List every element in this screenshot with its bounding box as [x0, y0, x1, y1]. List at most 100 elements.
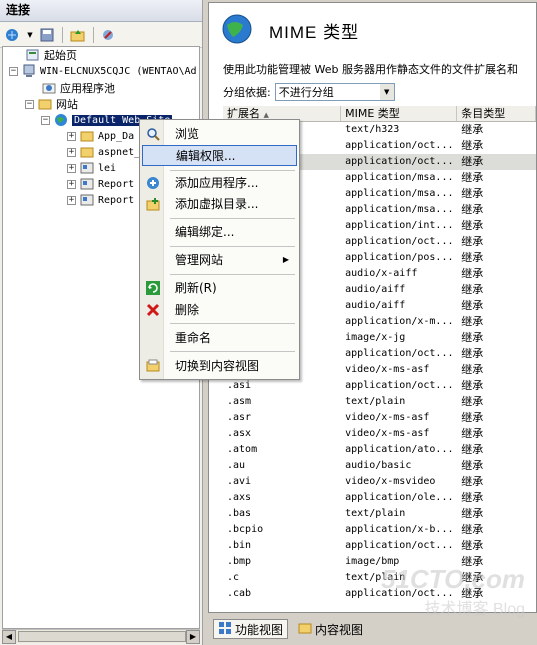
expand-icon[interactable]: +: [67, 179, 76, 189]
cell-extension: .asx: [227, 428, 252, 439]
cell-mime-type: image/x-jg: [345, 332, 406, 343]
globe-icon: [53, 113, 69, 127]
connect-icon[interactable]: [4, 26, 22, 44]
expand-icon[interactable]: +: [67, 147, 76, 157]
table-row[interactable]: .au audio/basic 继承: [223, 458, 536, 474]
cell-mime-type: application/pos...: [345, 252, 454, 263]
collapse-icon[interactable]: −: [9, 66, 18, 76]
column-header-mime-type[interactable]: MIME 类型: [341, 106, 458, 121]
tree-node-label: aspnet_: [98, 146, 141, 158]
tree-node-report-1[interactable]: + Report: [67, 176, 134, 192]
menu-item-switch-to-content-view[interactable]: 切换到内容视图: [142, 355, 297, 376]
tree-node-server[interactable]: − WIN-ELCNUX5CQJC (WENTAO\Ad: [9, 63, 197, 79]
tree-node-lei[interactable]: + lei: [67, 160, 116, 176]
up-folder-icon[interactable]: [69, 26, 87, 44]
tree-node-label: 应用程序池: [60, 82, 115, 95]
menu-item-add-application[interactable]: 添加应用程序...: [142, 172, 297, 193]
content-view-icon: [298, 621, 312, 638]
cell-extension: .bmp: [227, 556, 252, 567]
tree-horizontal-scrollbar[interactable]: ◀ ▶: [2, 629, 200, 644]
cell-entry-type: 继承: [461, 459, 484, 472]
cell-mime-type: application/msa...: [345, 172, 454, 183]
app-icon: [79, 193, 95, 207]
expand-icon[interactable]: +: [67, 131, 76, 141]
delete-icon: [142, 303, 164, 317]
globe-icon: [221, 13, 253, 48]
cell-extension: .asi: [227, 380, 252, 391]
table-row[interactable]: .asx video/x-ms-asf 继承: [223, 426, 536, 442]
menu-separator: [170, 170, 295, 171]
scroll-right-icon[interactable]: ▶: [186, 630, 200, 644]
cell-entry-type: 继承: [461, 315, 484, 328]
table-row[interactable]: .avi video/x-msvideo 继承: [223, 474, 536, 490]
cell-entry-type: 继承: [461, 235, 484, 248]
cell-mime-type: video/x-ms-asf: [345, 428, 430, 439]
menu-item-refresh[interactable]: 刷新(R): [142, 277, 297, 298]
tree-node-sites[interactable]: − 网站: [25, 96, 78, 112]
cell-entry-type: 继承: [461, 539, 484, 552]
folder-icon: [79, 145, 95, 159]
cell-extension: .asr: [227, 412, 252, 423]
connections-title: 连接: [0, 0, 202, 22]
scroll-thumb[interactable]: [18, 631, 186, 642]
save-icon[interactable]: [38, 26, 56, 44]
menu-item-edit-permissions[interactable]: 编辑权限...: [142, 145, 297, 166]
scroll-left-icon[interactable]: ◀: [2, 630, 16, 644]
connections-toolbar: ▼: [0, 22, 202, 48]
table-row[interactable]: .bin application/oct... 继承: [223, 538, 536, 554]
column-header-entry-type[interactable]: 条目类型: [457, 106, 536, 121]
cell-extension: .au: [227, 460, 246, 471]
cell-mime-type: application/ato...: [345, 444, 454, 455]
page-description: 使用此功能管理被 Web 服务器用作静态文件的文件扩展名和: [223, 63, 518, 76]
cell-entry-type: 继承: [461, 267, 484, 280]
chevron-down-icon[interactable]: ▼: [379, 84, 394, 100]
tab-features-view[interactable]: 功能视图: [213, 619, 289, 639]
cell-mime-type: video/x-ms-asf: [345, 364, 430, 375]
refresh-icon: [142, 280, 164, 295]
cell-entry-type: 继承: [461, 507, 484, 520]
tree-node-report-2[interactable]: + Report: [67, 192, 134, 208]
tree-node-app-pools[interactable]: 应用程序池: [41, 80, 115, 96]
cell-entry-type: 继承: [461, 203, 484, 216]
tree-node-aspnet[interactable]: + aspnet_: [67, 144, 140, 160]
collapse-icon[interactable]: −: [25, 99, 34, 109]
table-row[interactable]: .atom application/ato... 继承: [223, 442, 536, 458]
tree-node-label: lei: [98, 162, 117, 174]
cell-entry-type: 继承: [461, 187, 484, 200]
table-row[interactable]: .axs application/ole... 继承: [223, 490, 536, 506]
disconnect-icon[interactable]: [100, 26, 118, 44]
table-row[interactable]: .asr video/x-ms-asf 继承: [223, 410, 536, 426]
chevron-down-icon[interactable]: ▼: [26, 26, 34, 44]
cell-mime-type: application/oct...: [345, 540, 454, 551]
table-row[interactable]: .asm text/plain 继承: [223, 394, 536, 410]
menu-item-edit-bindings[interactable]: 编辑绑定...: [142, 221, 297, 242]
expand-icon[interactable]: +: [67, 195, 76, 205]
collapse-icon[interactable]: −: [41, 115, 50, 125]
menu-item-rename[interactable]: 重命名: [142, 327, 297, 348]
tree-node-start-page[interactable]: 起始页: [25, 47, 77, 63]
tab-label: 功能视图: [235, 622, 284, 637]
menu-item-browse[interactable]: 浏览: [142, 123, 297, 144]
cell-entry-type: 继承: [461, 411, 484, 424]
table-row[interactable]: .bas text/plain 继承: [223, 506, 536, 522]
cell-extension: .bin: [227, 540, 252, 551]
group-by-select[interactable]: 不进行分组 ▼: [274, 83, 395, 101]
view-tabs: 功能视图 内容视图: [213, 619, 367, 639]
expand-icon[interactable]: +: [67, 163, 76, 173]
cell-mime-type: application/oct...: [345, 236, 454, 247]
cell-extension: .bas: [227, 508, 252, 519]
toolbar-divider: [93, 26, 94, 43]
menu-separator: [170, 351, 295, 352]
menu-item-add-virtual-directory[interactable]: 添加虚拟目录...: [142, 193, 297, 214]
menu-item-manage-site[interactable]: 管理网站 ▶: [142, 249, 297, 270]
menu-item-delete[interactable]: 删除: [142, 299, 297, 320]
cell-entry-type: 继承: [461, 363, 484, 376]
tab-content-view[interactable]: 内容视图: [294, 619, 367, 639]
cell-mime-type: application/msa...: [345, 188, 454, 199]
add-application-icon: [142, 176, 164, 190]
table-row[interactable]: .asi application/oct... 继承: [223, 378, 536, 394]
start-page-icon: [25, 48, 41, 62]
table-row[interactable]: .bcpio application/x-b... 继承: [223, 522, 536, 538]
tree-node-app-da[interactable]: + App_Da: [67, 128, 134, 144]
cell-entry-type: 继承: [461, 475, 484, 488]
